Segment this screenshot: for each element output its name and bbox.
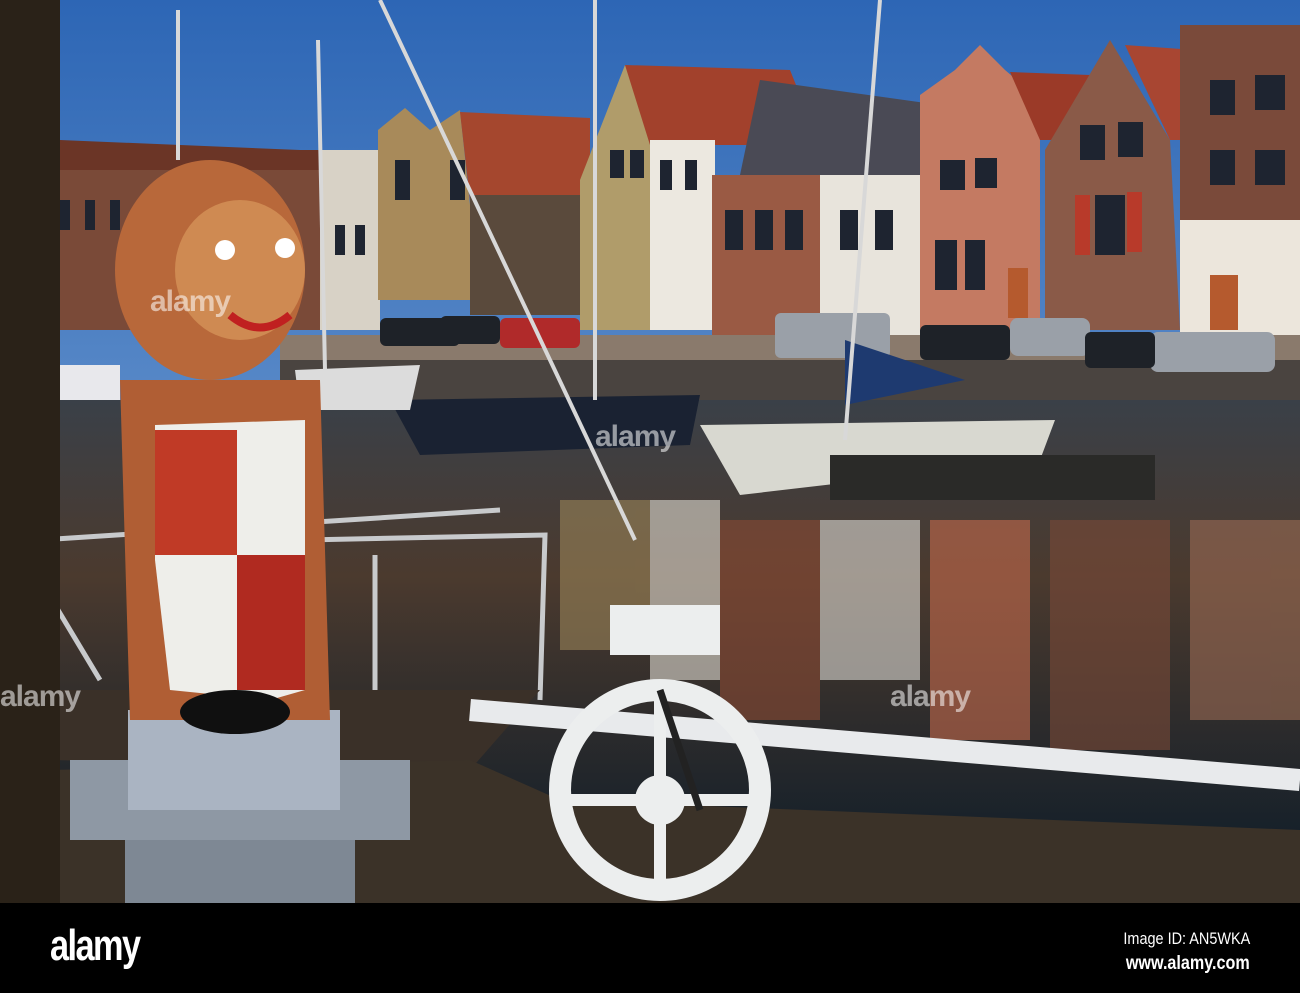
watermark: alamy xyxy=(595,420,676,453)
image-id: Image ID: AN5WKA xyxy=(1123,929,1250,948)
site-url: www.alamy.com xyxy=(1126,953,1250,974)
footer-bar: alamy Image ID: AN5WKA www.alamy.com xyxy=(0,903,1300,993)
watermark: alamy xyxy=(0,680,81,713)
lion-statue xyxy=(115,160,330,734)
alamy-logo: alamy xyxy=(50,921,141,970)
watermark: alamy xyxy=(150,285,231,318)
watermark: alamy xyxy=(890,680,971,713)
